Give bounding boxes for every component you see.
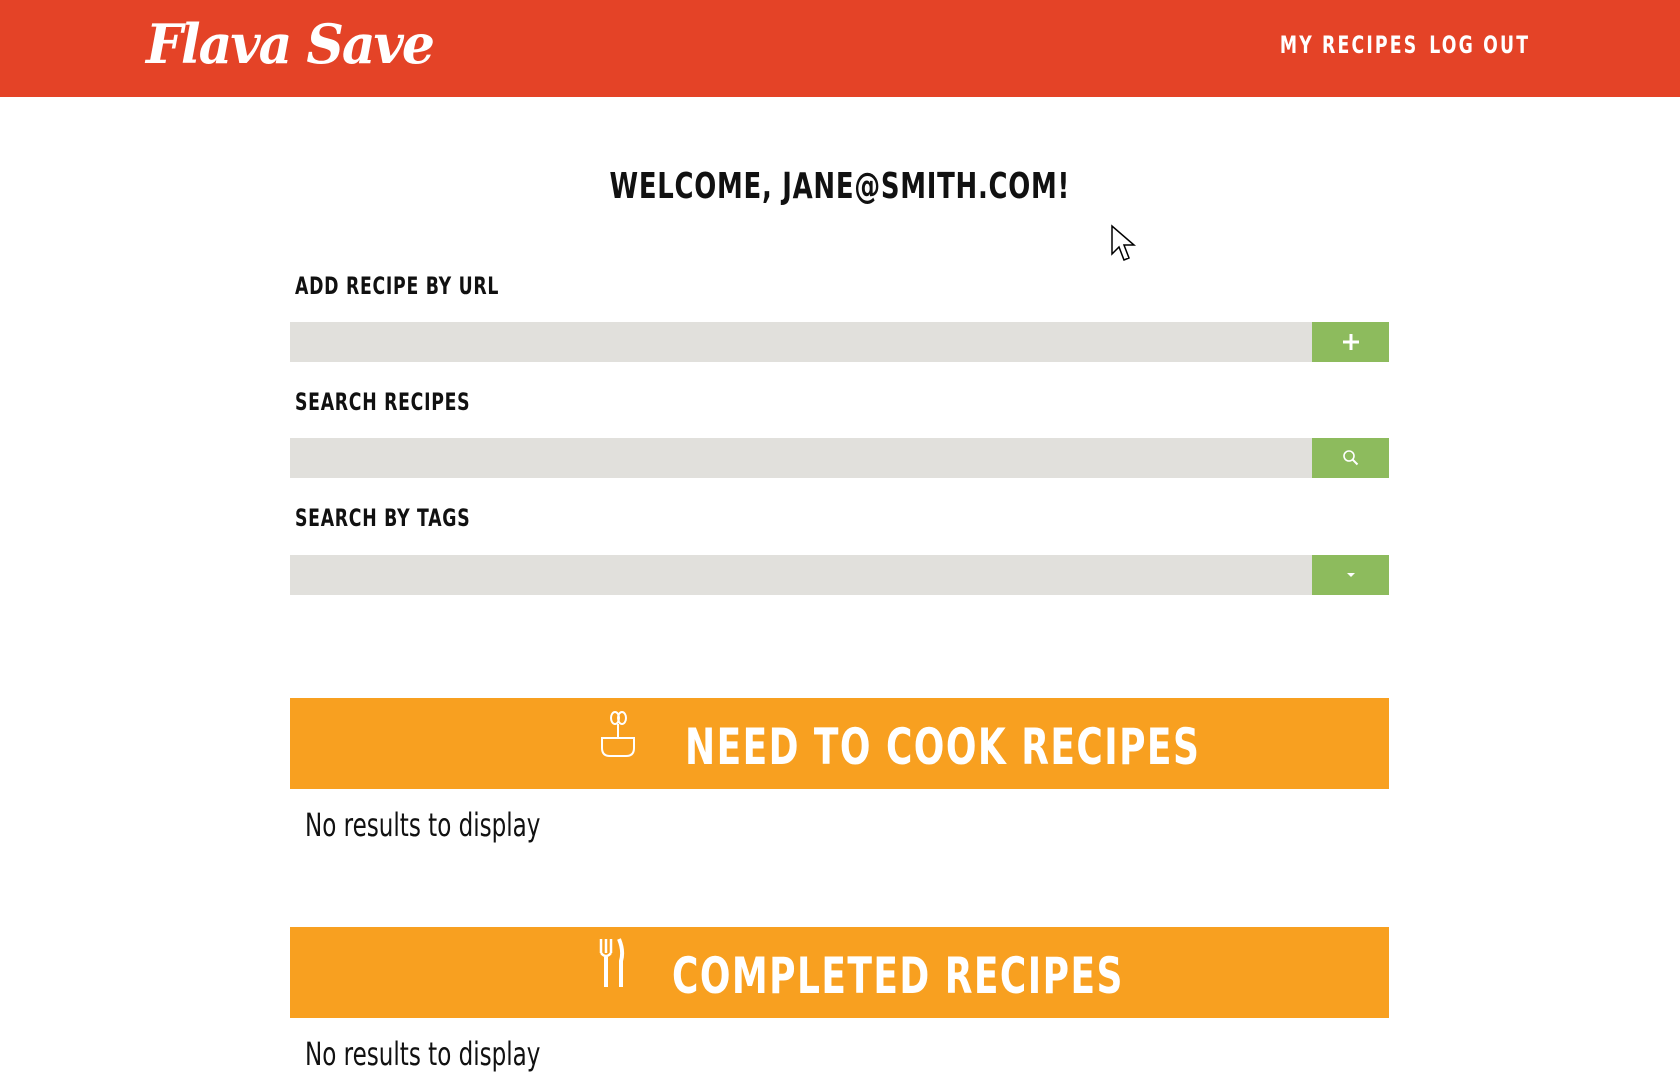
app-logo[interactable]: Flava Save: [146, 12, 435, 76]
add-url-label: ADD RECIPE BY URL: [295, 272, 500, 300]
top-header: Flava Save MY RECIPES LOG OUT: [0, 0, 1680, 97]
search-tags-value[interactable]: [290, 555, 1312, 595]
search-recipes-button[interactable]: [1312, 438, 1389, 478]
search-recipes-label: SEARCH RECIPES: [295, 388, 471, 416]
search-tags-label: SEARCH BY TAGS: [295, 504, 471, 532]
add-url-button[interactable]: [1312, 322, 1389, 362]
mouse-cursor-icon: [1111, 224, 1137, 261]
completed-title: COMPLETED RECIPES: [672, 947, 1124, 1005]
mixing-bowl-icon: [601, 711, 635, 757]
welcome-heading: WELCOME, JANE@SMITH.COM!: [0, 166, 1680, 207]
search-icon: [1342, 450, 1358, 466]
caret-down-icon: [1346, 573, 1355, 577]
add-url-input[interactable]: [290, 322, 1312, 362]
search-tags-select[interactable]: [290, 555, 1389, 595]
need-to-cook-title: NEED TO COOK RECIPES: [685, 718, 1201, 776]
nav-log-out[interactable]: LOG OUT: [1429, 31, 1530, 59]
completed-header: COMPLETED RECIPES: [290, 927, 1389, 1018]
need-to-cook-header: NEED TO COOK RECIPES: [290, 698, 1389, 789]
welcome-text: WELCOME, JANE@SMITH.COM!: [609, 166, 1071, 207]
completed-empty-message: No results to display: [305, 1035, 541, 1073]
top-nav: MY RECIPES LOG OUT: [1226, 31, 1530, 59]
plus-icon: [1342, 334, 1359, 350]
search-recipes-field: [290, 438, 1389, 478]
need-to-cook-empty-message: No results to display: [305, 806, 541, 844]
search-recipes-input[interactable]: [290, 438, 1312, 478]
search-tags-dropdown-button[interactable]: [1312, 555, 1389, 595]
fork-knife-icon: [599, 938, 625, 987]
nav-my-recipes[interactable]: MY RECIPES: [1279, 31, 1417, 59]
add-url-field: [290, 322, 1389, 362]
